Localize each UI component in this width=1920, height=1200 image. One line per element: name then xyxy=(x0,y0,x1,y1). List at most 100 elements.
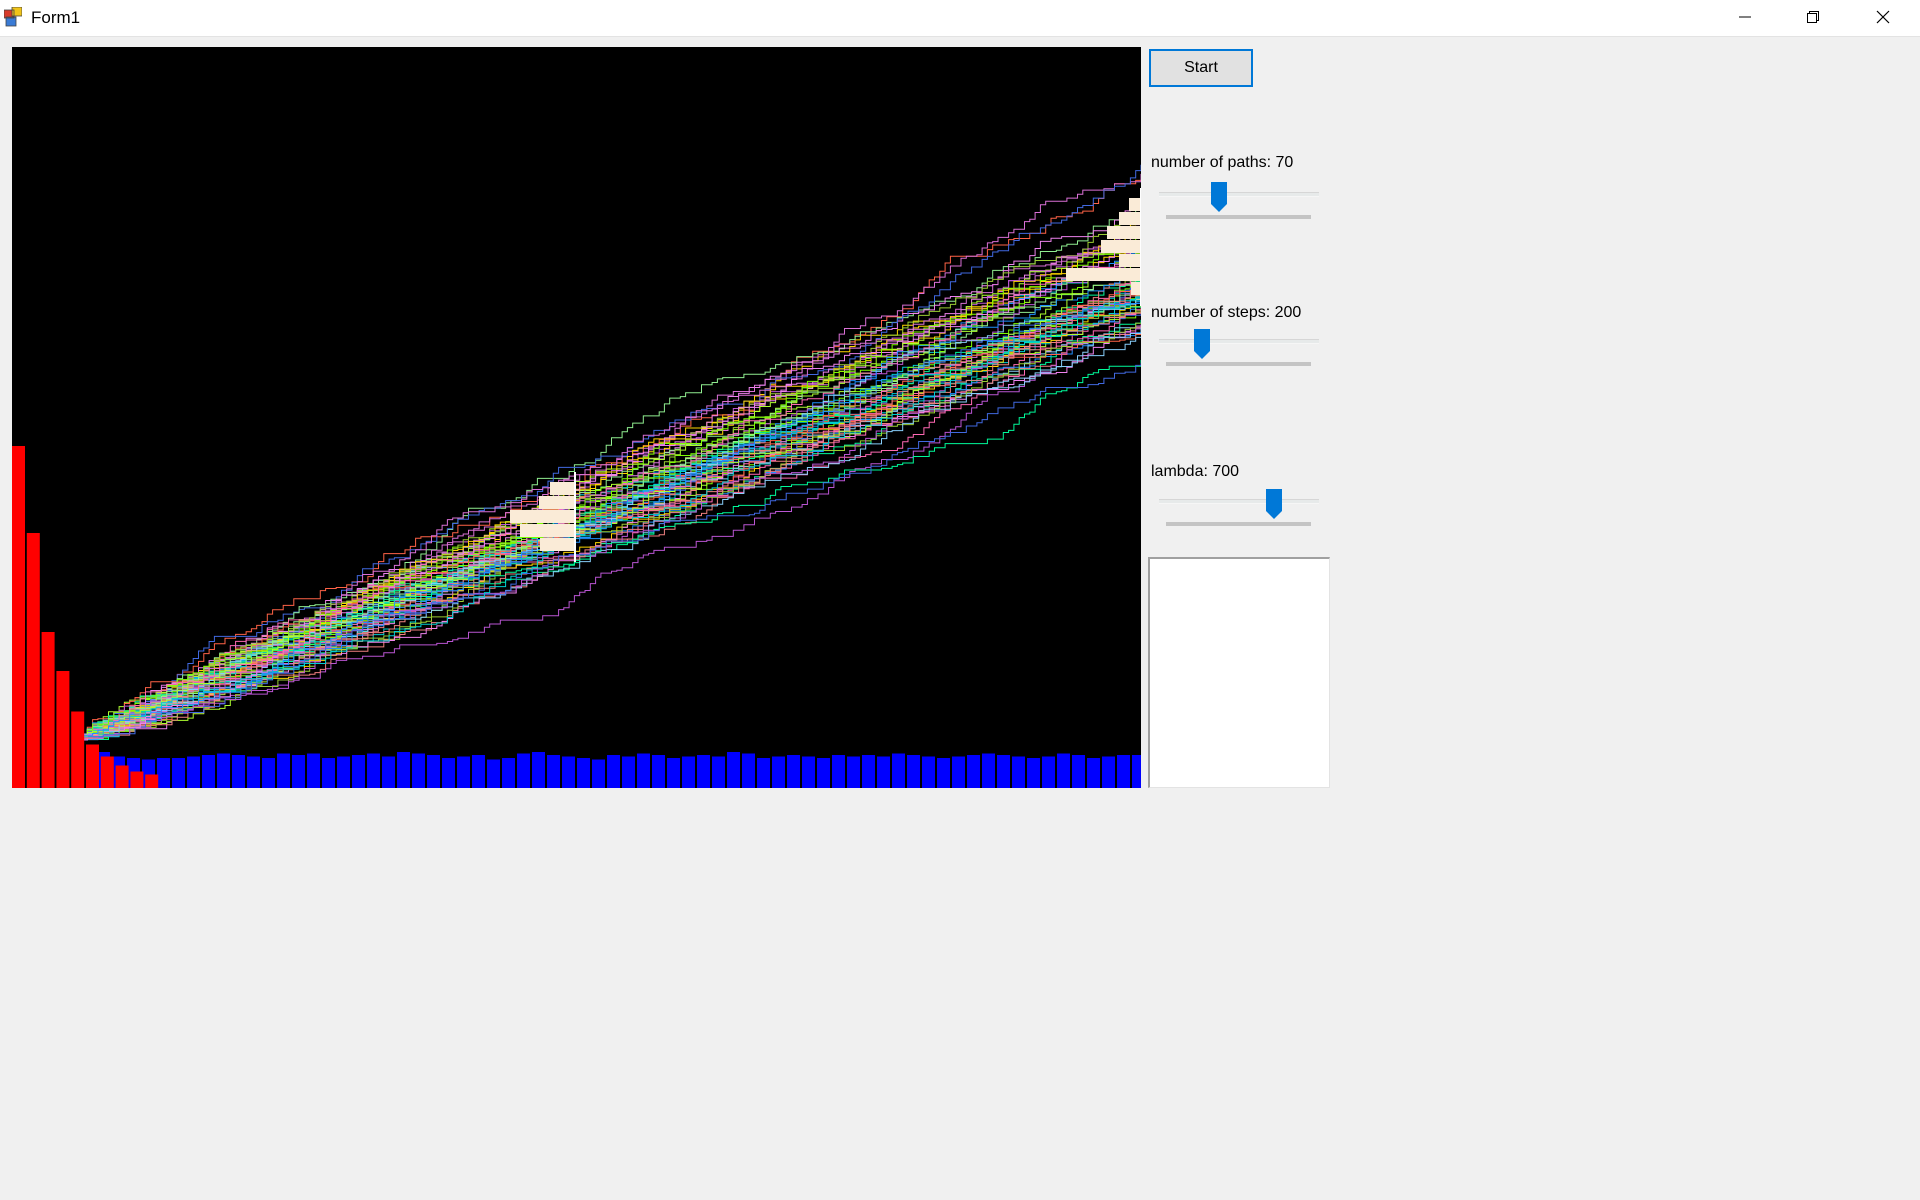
increment-bar xyxy=(532,752,545,788)
increment-bar xyxy=(622,756,635,788)
increment-bar xyxy=(577,758,590,788)
increments-histogram xyxy=(97,752,1141,788)
increment-bar xyxy=(337,756,350,788)
increment-bar xyxy=(547,755,560,788)
increment-bar xyxy=(397,752,410,788)
increment-bar xyxy=(772,756,785,788)
increment-bar xyxy=(322,758,335,788)
start-button[interactable]: Start xyxy=(1149,49,1253,87)
increment-bar xyxy=(817,758,830,788)
increment-bar xyxy=(1072,755,1085,788)
increment-bar xyxy=(232,755,245,788)
increment-bar xyxy=(652,755,665,788)
distribution-bar xyxy=(1107,226,1141,239)
increment-bar xyxy=(592,759,605,788)
increment-bar xyxy=(847,756,860,788)
increment-bar xyxy=(1117,755,1130,788)
waiting-time-bar xyxy=(115,765,129,788)
paths-slider[interactable] xyxy=(1159,182,1319,230)
increment-bar xyxy=(1087,758,1100,788)
increment-bar xyxy=(172,758,185,788)
increment-bar xyxy=(997,755,1010,788)
waiting-time-bar xyxy=(12,446,25,788)
increment-bar xyxy=(952,756,965,788)
increment-bar xyxy=(307,753,320,788)
form1-window: Form1 Start number of paths: 70 number o… xyxy=(0,0,1920,1200)
increment-bar xyxy=(1027,758,1040,788)
increment-bar xyxy=(502,758,515,788)
increment-bar xyxy=(292,755,305,788)
slider-track xyxy=(1159,499,1319,504)
restore-icon xyxy=(1807,11,1819,23)
slider-thumb[interactable] xyxy=(1210,182,1227,212)
minimize-button[interactable] xyxy=(1710,0,1780,34)
increment-bar xyxy=(922,756,935,788)
waiting-time-bar xyxy=(56,671,70,788)
distribution-bar xyxy=(1119,212,1141,225)
waiting-time-bar xyxy=(41,632,55,788)
waiting-time-bar xyxy=(145,774,159,788)
output-textbox[interactable] xyxy=(1148,557,1330,788)
increment-bar xyxy=(472,755,485,788)
distribution-bar xyxy=(1131,282,1141,295)
increment-bar xyxy=(562,756,575,788)
slider-track xyxy=(1159,339,1319,344)
increment-bar xyxy=(157,758,170,788)
increment-bar xyxy=(967,755,980,788)
increment-bar xyxy=(682,756,695,788)
increment-bar xyxy=(187,756,200,788)
waiting-time-bar xyxy=(86,744,99,788)
increment-bar xyxy=(982,753,995,788)
increment-bar xyxy=(457,756,470,788)
increment-bar xyxy=(262,758,275,788)
increment-bar xyxy=(937,758,950,788)
increment-bar xyxy=(697,755,710,788)
increment-bar xyxy=(712,756,725,788)
increment-bar xyxy=(877,756,890,788)
slider-thumb[interactable] xyxy=(1193,329,1210,359)
title-bar[interactable]: Form1 xyxy=(0,0,1920,37)
distribution-bar xyxy=(510,510,575,523)
waiting-time-bar xyxy=(130,771,144,788)
minimize-icon xyxy=(1739,16,1751,18)
simulation-canvas xyxy=(12,47,1141,788)
increment-bar xyxy=(742,753,755,788)
increment-bar xyxy=(757,758,770,788)
distribution-bar xyxy=(1119,254,1141,267)
app-icon xyxy=(4,7,22,27)
window-title: Form1 xyxy=(31,8,81,27)
slider-ticks xyxy=(1166,522,1311,526)
increment-bar xyxy=(802,756,815,788)
distribution-bar xyxy=(520,524,575,537)
slider-ticks xyxy=(1166,362,1311,366)
increment-bar xyxy=(367,753,380,788)
lambda-slider[interactable] xyxy=(1159,489,1319,537)
increment-bar xyxy=(442,758,455,788)
increment-bar xyxy=(427,755,440,788)
lambda-label: lambda: 700 xyxy=(1151,463,1240,480)
increment-bar xyxy=(607,755,620,788)
increment-bar xyxy=(907,755,920,788)
distribution-bar xyxy=(1066,268,1141,281)
slider-thumb[interactable] xyxy=(1265,489,1282,519)
steps-label: number of steps: 200 xyxy=(1151,304,1302,321)
close-button[interactable] xyxy=(1848,0,1918,34)
distribution-bar xyxy=(550,482,575,495)
random-paths xyxy=(82,164,1141,741)
increment-bar xyxy=(217,753,230,788)
increment-bar xyxy=(277,753,290,788)
increment-bar xyxy=(1012,756,1025,788)
slider-track xyxy=(1159,192,1319,197)
distribution-bar xyxy=(539,496,575,509)
increment-bar xyxy=(202,755,215,788)
waiting-time-bar xyxy=(26,533,40,788)
paths-label: number of paths: 70 xyxy=(1151,154,1294,171)
restore-button[interactable] xyxy=(1778,0,1848,34)
distribution-bar xyxy=(1101,240,1141,253)
increment-bar xyxy=(727,752,740,788)
increment-bar xyxy=(1057,753,1070,788)
increment-bar xyxy=(412,753,425,788)
increment-bar xyxy=(247,756,260,788)
steps-slider[interactable] xyxy=(1159,329,1319,377)
close-icon xyxy=(1876,10,1890,24)
